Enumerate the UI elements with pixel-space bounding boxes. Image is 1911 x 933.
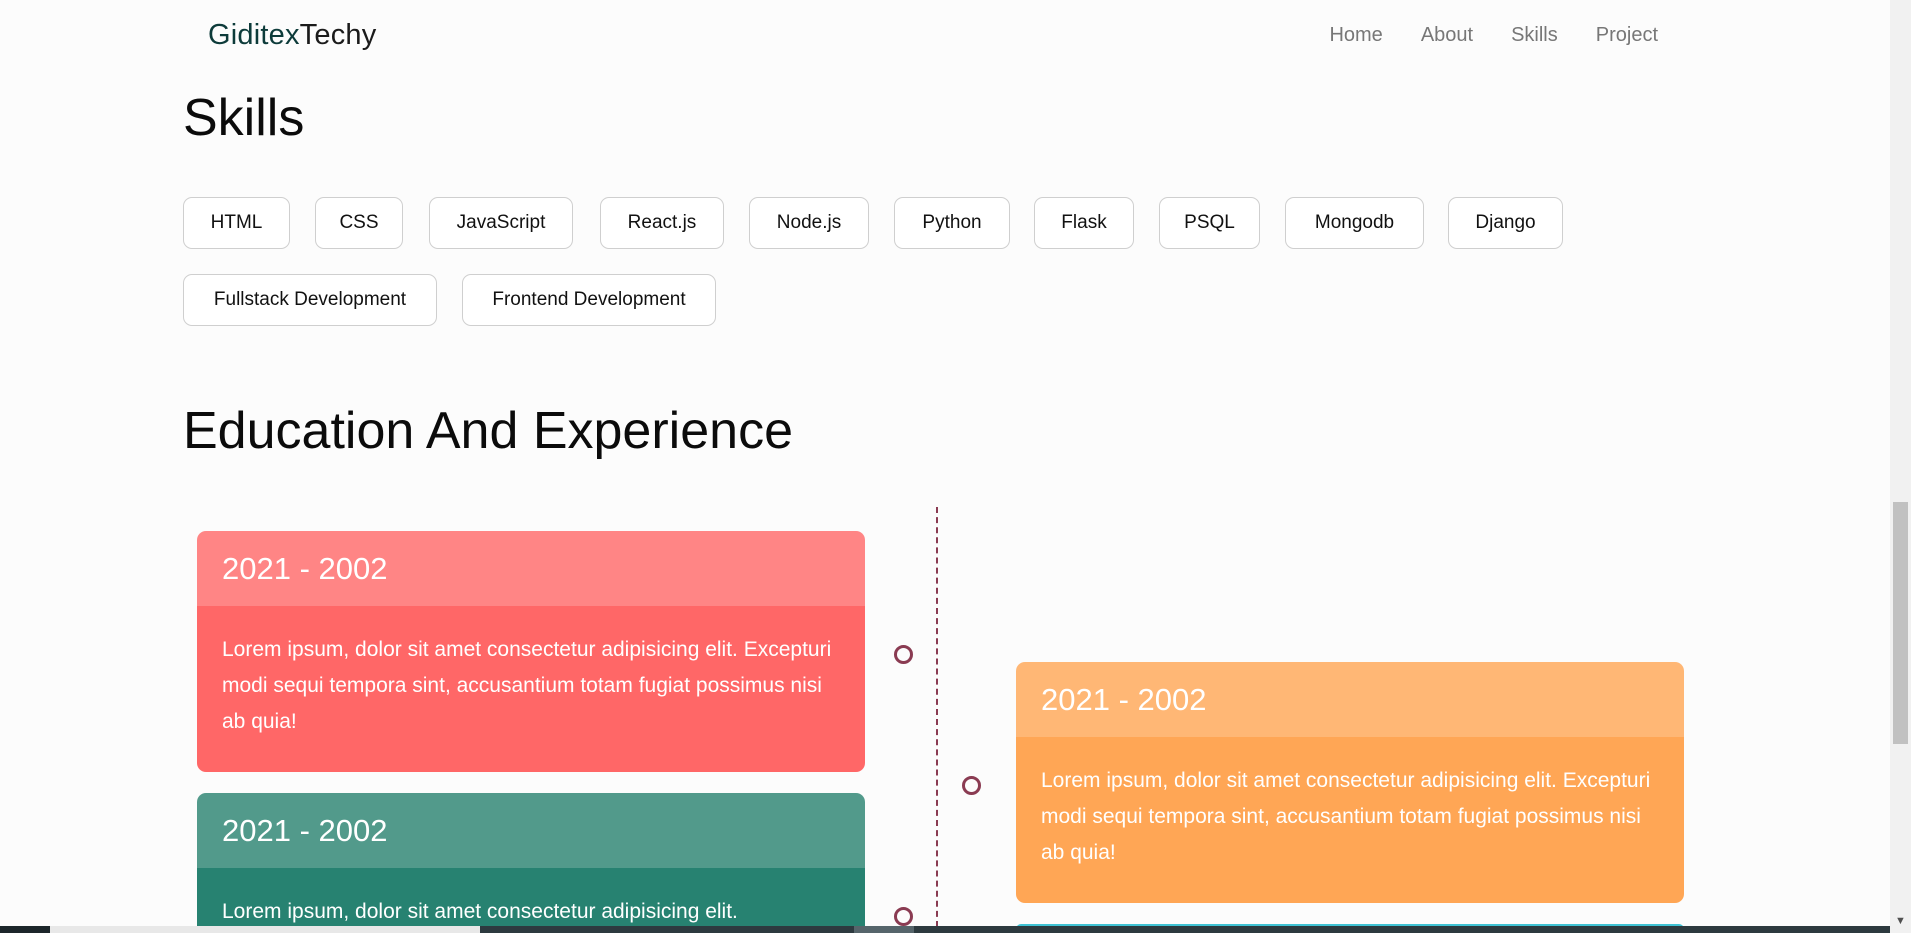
skill-tag-css[interactable]: CSS bbox=[315, 197, 403, 249]
skill-tag-frontend[interactable]: Frontend Development bbox=[462, 274, 716, 326]
nav-about[interactable]: About bbox=[1421, 24, 1473, 47]
timeline-card: 2021 - 2002 Lorem ipsum, dolor sit amet … bbox=[197, 531, 865, 772]
skill-tag-nodejs[interactable]: Node.js bbox=[749, 197, 869, 249]
timeline-dot bbox=[962, 776, 981, 795]
nav-project[interactable]: Project bbox=[1596, 24, 1658, 47]
brand-part-2: Techy bbox=[299, 19, 377, 51]
taskbar bbox=[0, 926, 1890, 933]
taskbar-segment bbox=[854, 926, 914, 933]
nav-home[interactable]: Home bbox=[1329, 24, 1382, 47]
education-heading: Education And Experience bbox=[183, 402, 793, 460]
navbar: GiditexTechy Home About Skills Project bbox=[0, 0, 1890, 74]
card-text: Lorem ipsum, dolor sit amet consectetur … bbox=[197, 868, 865, 933]
nav-skills[interactable]: Skills bbox=[1511, 24, 1558, 47]
brand-logo[interactable]: GiditexTechy bbox=[208, 19, 376, 52]
taskbar-segment bbox=[0, 926, 50, 933]
skill-tag-reactjs[interactable]: React.js bbox=[600, 197, 724, 249]
card-years: 2021 - 2002 bbox=[197, 793, 865, 868]
taskbar-segment bbox=[50, 926, 480, 933]
skill-tag-python[interactable]: Python bbox=[894, 197, 1010, 249]
card-years: 2021 - 2002 bbox=[197, 531, 865, 606]
scrollbar-thumb[interactable] bbox=[1893, 502, 1908, 744]
timeline-card: 2021 - 2002 Lorem ipsum, dolor sit amet … bbox=[197, 793, 865, 933]
timeline-dot bbox=[894, 907, 913, 926]
skill-tag-mongodb[interactable]: Mongodb bbox=[1285, 197, 1424, 249]
timeline-dot bbox=[894, 645, 913, 664]
scrollbar[interactable]: ▼ bbox=[1890, 0, 1911, 933]
skill-tag-flask[interactable]: Flask bbox=[1034, 197, 1134, 249]
skills-heading: Skills bbox=[183, 89, 305, 147]
timeline-line bbox=[936, 507, 938, 927]
brand-part-1: Giditex bbox=[208, 19, 300, 51]
skill-tag-javascript[interactable]: JavaScript bbox=[429, 197, 573, 249]
card-text: Lorem ipsum, dolor sit amet consectetur … bbox=[1016, 737, 1684, 903]
timeline-card: 2021 - 2002 Lorem ipsum, dolor sit amet … bbox=[1016, 662, 1684, 903]
skill-tag-psql[interactable]: PSQL bbox=[1159, 197, 1260, 249]
scroll-down-arrow-icon[interactable]: ▼ bbox=[1895, 915, 1906, 927]
nav-links: Home About Skills Project bbox=[1329, 24, 1658, 47]
skill-tag-fullstack[interactable]: Fullstack Development bbox=[183, 274, 437, 326]
taskbar-segment bbox=[480, 926, 854, 933]
card-years: 2021 - 2002 bbox=[1016, 662, 1684, 737]
skill-tag-django[interactable]: Django bbox=[1448, 197, 1563, 249]
skill-tag-html[interactable]: HTML bbox=[183, 197, 290, 249]
card-text: Lorem ipsum, dolor sit amet consectetur … bbox=[197, 606, 865, 772]
